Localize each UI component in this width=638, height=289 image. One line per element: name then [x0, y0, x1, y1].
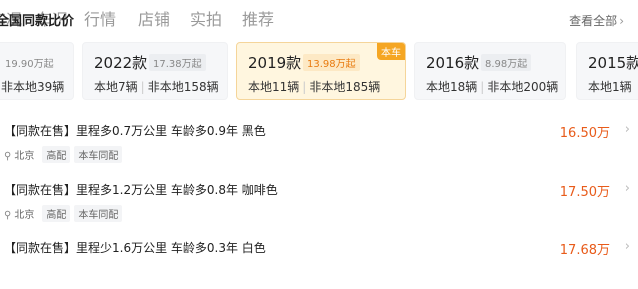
chevron-right-icon: › — [619, 14, 624, 28]
listing-title: 【同款在售】里程多1.2万公里 车龄多0.8年 咖啡色 — [4, 183, 278, 197]
year-card-2019-selected[interactable]: 2019款 13.98万起 本车 本地11辆 | 非本地185辆 — [236, 42, 406, 100]
card-nonlocal-count: 非本地200辆 — [487, 80, 559, 94]
year-card-partial[interactable]: 19.90万起 非本地39辆 — [0, 42, 74, 100]
top-tab-bar: 车况 车况 行情 店铺 实拍 推荐 全国同款比价 查看全部› — [0, 0, 638, 36]
card-stats: 本地1辆 — [588, 78, 632, 95]
tab-market[interactable]: 行情 — [84, 6, 116, 30]
listing-item[interactable]: 【同款在售】里程少1.6万公里 车龄多0.3年 白色 17.68万 › — [0, 239, 638, 289]
location-pin-icon: ⚲ — [4, 210, 12, 221]
tab-recommend[interactable]: 推荐 — [242, 6, 274, 30]
card-local-count: 本地11辆 — [248, 80, 300, 94]
card-price-tag: 19.90万起 — [5, 59, 54, 70]
year-card-2016[interactable]: 2016款 8.98万起 本地18辆 | 非本地200辆 — [414, 42, 566, 100]
card-year: 2022款 — [94, 54, 148, 72]
card-local-count: 本地18辆 — [426, 80, 478, 94]
card-nonlocal-count: 非本地158辆 — [147, 80, 219, 94]
listing-city: 北京 — [14, 151, 35, 162]
chevron-right-icon: › — [624, 239, 630, 254]
card-price-tag: 13.98万起 — [303, 54, 360, 71]
listing-price: 17.68万 — [559, 243, 610, 258]
view-all-label: 查看全部 — [569, 14, 618, 28]
listing-item[interactable]: 【同款在售】里程多1.2万公里 车龄多0.8年 咖啡色 ⚲ 北京 高配 本车同配 17… — [0, 181, 638, 231]
chevron-right-icon: › — [624, 122, 630, 137]
current-car-badge: 本车 — [377, 43, 405, 60]
card-stats: 本地7辆 | 非本地158辆 — [94, 80, 219, 94]
card-price-tag: 8.98万起 — [481, 54, 532, 71]
card-year: 2015款 — [588, 54, 638, 72]
card-stats: 本地18辆 | 非本地200辆 — [426, 80, 559, 94]
card-year: 2019款 — [248, 54, 302, 72]
card-price-tag: 17.38万起 — [149, 54, 206, 71]
tag-chip: 高配 — [42, 205, 71, 222]
tab-store[interactable]: 店铺 — [138, 6, 170, 30]
card-local-count: 本地1辆 — [588, 80, 632, 94]
chevron-right-icon: › — [624, 181, 630, 196]
section-title: 全国同款比价 — [0, 14, 75, 29]
card-nonlocal-count: 非本地185辆 — [309, 80, 381, 94]
card-nonlocal-count: 非本地39辆 — [1, 80, 65, 94]
listing-price: 16.50万 — [559, 126, 610, 141]
listing-meta: ⚲ 北京 高配 本车同配 — [4, 146, 126, 163]
listing-meta: ⚲ 北京 高配 本车同配 — [4, 205, 126, 222]
card-local-count: 本地7辆 — [94, 80, 138, 94]
card-stats: 非本地39辆 — [1, 78, 64, 95]
location-pin-icon: ⚲ — [4, 151, 12, 162]
listing-item[interactable]: 【同款在售】里程多0.7万公里 车龄多0.9年 黑色 ⚲ 北京 高配 本车同配 16.… — [0, 122, 638, 172]
listing-city: 北京 — [14, 210, 35, 221]
year-card-2022[interactable]: 2022款 17.38万起 本地7辆 | 非本地158辆 — [82, 42, 228, 100]
tab-photos[interactable]: 实拍 — [190, 6, 222, 30]
card-year: 2016款 — [426, 54, 480, 72]
tag-chip: 本车同配 — [74, 146, 123, 163]
year-card-2015-partial[interactable]: 2015款 本地1辆 — [576, 42, 638, 100]
listing-price: 17.50万 — [559, 185, 610, 200]
view-all-link[interactable]: 查看全部 › — [569, 12, 624, 29]
tag-chip: 高配 — [42, 146, 71, 163]
listing-title: 【同款在售】里程多0.7万公里 车龄多0.9年 黑色 — [4, 124, 266, 138]
card-stats: 本地11辆 | 非本地185辆 — [248, 80, 381, 94]
year-card-list: 19.90万起 非本地39辆 2022款 17.38万起 本地7辆 | 非本地158… — [0, 42, 638, 102]
tag-chip: 本车同配 — [74, 205, 123, 222]
